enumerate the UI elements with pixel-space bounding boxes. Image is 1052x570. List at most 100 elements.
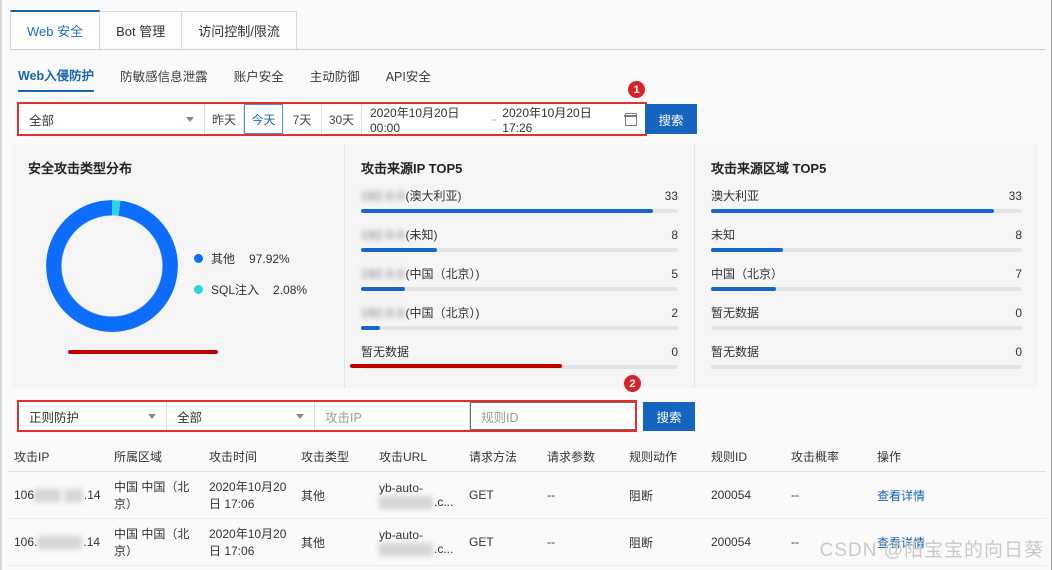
bar-value: 33 bbox=[1008, 189, 1022, 203]
view-details-link[interactable]: 查看详情 bbox=[871, 534, 961, 551]
blurred-ip-text: 192.0.0 bbox=[361, 227, 405, 242]
url-suffix: .c... bbox=[434, 495, 454, 509]
bar-label: 未知 bbox=[711, 226, 735, 243]
subnav-item-web-intrusion[interactable]: Web入侵防护 bbox=[18, 65, 95, 92]
search-button-primary[interactable]: 搜索 bbox=[645, 104, 697, 134]
secondary-filter-bar: 正则防护 全部 攻击IP 规则ID bbox=[17, 400, 637, 432]
attack-log-table: 攻击IP 所属区域 攻击时间 攻击类型 攻击URL 请求方法 请求参数 规则动作 规则ID 攻击概… bbox=[8, 441, 1046, 566]
bar-value: 8 bbox=[671, 227, 678, 242]
range-today[interactable]: 今天 bbox=[244, 104, 283, 134]
bar-label: 暂无数据 bbox=[711, 304, 759, 321]
bar-label: 192.0.0 (未知) bbox=[361, 226, 438, 243]
cell-request-params: -- bbox=[547, 535, 555, 549]
range-7days[interactable]: 7天 bbox=[283, 104, 322, 134]
primary-filter-bar: 全部 昨天 今天 7天 30天 2020年10月20日 00:00 - 2020… bbox=[17, 102, 647, 136]
ip-prefix: 106 bbox=[14, 488, 35, 502]
bar-fill bbox=[361, 248, 438, 252]
cell-attack-ip: 106 ▒▒▒ ▒▒ .14 bbox=[8, 488, 108, 502]
table-column-header: 规则动作 bbox=[629, 449, 678, 464]
cell-rule-id: 200054 bbox=[711, 488, 752, 502]
bar-value: 8 bbox=[1015, 228, 1022, 242]
blurred-ip-text: 192.0.0 bbox=[361, 188, 405, 203]
cell-attack-time: 2020年10月20日 17:06 bbox=[209, 527, 287, 558]
bar-head: 澳大利亚 33 bbox=[711, 187, 1022, 204]
top-ip-title: 攻击来源IP TOP5 bbox=[361, 161, 463, 176]
bar-head: 192.0.0 (澳大利亚) 33 bbox=[361, 187, 678, 204]
cell-attack-probability: -- bbox=[791, 535, 799, 549]
view-details-link[interactable]: 查看详情 bbox=[871, 487, 961, 504]
waf-dashboard-page: Web 安全 Bot 管理 访问控制/限流 Web入侵防护 防敏感信息泄露 账户… bbox=[0, 0, 1052, 570]
top-region-bar-list: 澳大利亚 33 未知 8 中国（北京） 7 暂无数据 0 暂无数据 0 bbox=[711, 187, 1022, 369]
cell-rule-action: 阻断 bbox=[629, 488, 654, 503]
domain-select[interactable]: 全部 bbox=[19, 104, 205, 134]
table-column-header: 攻击IP bbox=[14, 449, 50, 464]
date-end-value: 2020年10月20日 17:26 bbox=[502, 105, 592, 135]
bar-fill bbox=[361, 287, 406, 291]
bar-value: 2 bbox=[671, 305, 678, 320]
date-range-picker[interactable]: 2020年10月20日 00:00 - 2020年10月20日 17:26 bbox=[362, 104, 645, 135]
bar-head: 未知 8 bbox=[711, 226, 1022, 243]
bar-category-text: 未知 bbox=[711, 228, 736, 242]
tab-bot-management[interactable]: Bot 管理 bbox=[99, 11, 183, 49]
bar-row: 192.0.0 (中国（北京）) 2 bbox=[361, 304, 678, 330]
action-select-value: 全部 bbox=[177, 410, 203, 425]
subnav-item-active-defense[interactable]: 主动防御 bbox=[310, 66, 360, 91]
bar-value: 7 bbox=[1015, 267, 1022, 281]
sub-nav-bar: Web入侵防护 防敏感信息泄露 账户安全 主动防御 API安全 bbox=[18, 64, 431, 92]
attack-ip-input[interactable]: 攻击IP bbox=[315, 402, 470, 430]
calendar-icon[interactable] bbox=[624, 112, 638, 126]
cell-attack-probability: -- bbox=[791, 488, 799, 502]
donut-ring bbox=[46, 200, 178, 332]
bar-category-text: 暂无数据 bbox=[711, 306, 760, 320]
annotation-underline-2 bbox=[350, 364, 562, 368]
bar-head: 暂无数据 0 bbox=[361, 343, 678, 360]
cell-attack-url: yb-auto- ▒▒▒▒▒▒.c... bbox=[373, 528, 463, 556]
table-row: 106 ▒▒▒ ▒▒ .14 中国 中国（北京） 2020年10月20日 17:06 其他… bbox=[8, 472, 1046, 519]
bar-fill bbox=[711, 248, 783, 252]
annotation-underline-1 bbox=[68, 350, 218, 354]
protect-type-value: 正则防护 bbox=[29, 410, 80, 425]
bar-category-text: 暂无数据 bbox=[361, 345, 410, 359]
legend-value: 2.08% bbox=[273, 282, 308, 297]
bar-category-text: (中国（北京）) bbox=[405, 267, 480, 281]
bar-fill bbox=[711, 287, 777, 291]
subnav-item-sensitive-info[interactable]: 防敏感信息泄露 bbox=[120, 66, 208, 91]
bar-value: 0 bbox=[1015, 345, 1022, 359]
rule-id-input[interactable]: 规则ID bbox=[470, 402, 635, 430]
search-button-secondary[interactable]: 搜索 bbox=[643, 402, 695, 431]
tab-web-security[interactable]: Web 安全 bbox=[10, 10, 101, 49]
bar-head: 暂无数据 0 bbox=[711, 304, 1022, 321]
subnav-item-api-security[interactable]: API安全 bbox=[386, 66, 431, 91]
bar-label: 中国（北京） bbox=[711, 265, 783, 282]
table-body: 106 ▒▒▒ ▒▒ .14 中国 中国（北京） 2020年10月20日 17:06 其他… bbox=[8, 472, 1046, 566]
top-region-panel: 攻击来源区域 TOP5 澳大利亚 33 未知 8 中国（北京） 7 暂无数据 0 暂无数据 0 bbox=[694, 144, 1038, 388]
ip-suffix: .14 bbox=[83, 535, 101, 549]
action-select[interactable]: 全部 bbox=[167, 402, 315, 430]
tab-label: 访问控制/限流 bbox=[198, 24, 280, 39]
blurred-ip-text: 192.0.0 bbox=[361, 266, 405, 281]
attack-type-title: 安全攻击类型分布 bbox=[28, 161, 133, 176]
url-prefix: yb-auto- bbox=[379, 528, 424, 542]
range-30days[interactable]: 30天 bbox=[322, 104, 361, 134]
date-range-separator: - bbox=[492, 112, 497, 126]
cell-request-method: GET bbox=[469, 535, 494, 549]
tab-access-control[interactable]: 访问控制/限流 bbox=[181, 11, 297, 49]
bar-category-text: 澳大利亚 bbox=[711, 189, 760, 203]
blurred-url-text: ▒▒▒▒▒▒ bbox=[379, 542, 434, 556]
bar-category-text: (澳大利亚) bbox=[405, 189, 462, 203]
bar-label: 192.0.0 (澳大利亚) bbox=[361, 187, 462, 204]
subnav-item-account-security[interactable]: 账户安全 bbox=[234, 66, 284, 91]
table-column-header: 所属区域 bbox=[114, 449, 163, 464]
bar-row: 未知 8 bbox=[711, 226, 1022, 252]
range-yesterday[interactable]: 昨天 bbox=[205, 104, 244, 134]
bar-category-text: (未知) bbox=[405, 228, 438, 242]
tab-label: Bot 管理 bbox=[116, 24, 166, 39]
legend-color-dot bbox=[194, 285, 203, 294]
blurred-ip-text: ▒▒▒ ▒▒ bbox=[34, 488, 83, 502]
bar-label: 192.0.0 (中国（北京）) bbox=[361, 304, 480, 321]
legend-value: 97.92% bbox=[249, 251, 290, 266]
cell-attack-type: 其他 bbox=[301, 488, 326, 503]
table-column-header: 攻击概率 bbox=[791, 449, 840, 464]
annotation-badge-1: 1 bbox=[628, 81, 645, 98]
protect-type-select[interactable]: 正则防护 bbox=[19, 402, 167, 430]
